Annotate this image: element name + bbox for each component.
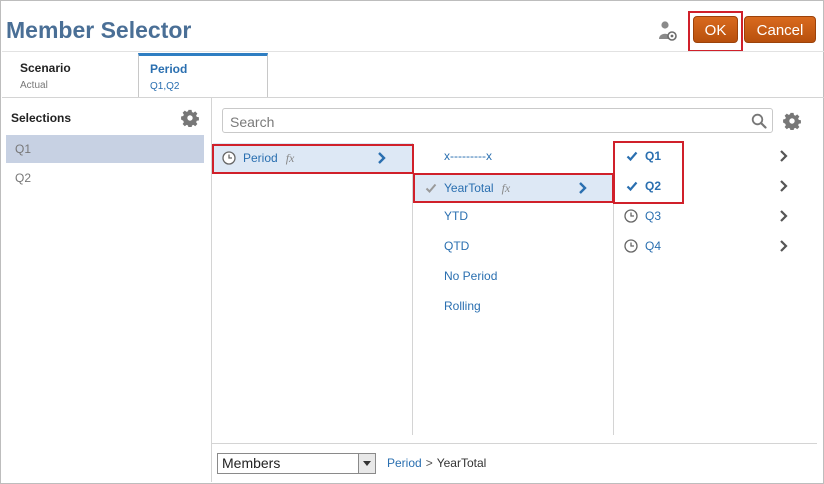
clock-icon xyxy=(624,239,638,253)
clock-icon xyxy=(222,151,236,165)
chevron-right-icon[interactable] xyxy=(578,182,588,194)
user-settings-icon[interactable] xyxy=(657,20,677,42)
tab-period[interactable]: Period Q1,Q2 xyxy=(138,53,268,97)
checkmark-icon xyxy=(626,151,638,162)
tab-scenario[interactable]: Scenario Actual xyxy=(9,53,137,97)
dropdown-arrow-icon[interactable] xyxy=(358,454,375,473)
chevron-right-icon[interactable] xyxy=(779,240,789,252)
member-type-dropdown[interactable]: Members xyxy=(217,453,376,474)
header-divider xyxy=(2,51,824,52)
tab-period-value: Q1,Q2 xyxy=(150,81,180,92)
member-row-period[interactable]: Period fx xyxy=(213,143,412,173)
search-box[interactable] xyxy=(222,108,773,133)
chevron-right-icon[interactable] xyxy=(779,150,789,162)
member-label-period: Period xyxy=(243,151,278,165)
dropdown-value: Members xyxy=(222,455,281,471)
breadcrumb-parent-link[interactable]: Period xyxy=(387,456,422,470)
formula-icon: fx xyxy=(501,181,511,195)
tab-scenario-title: Scenario xyxy=(20,61,71,75)
selections-panel: Selections Q1 Q2 xyxy=(2,98,212,482)
member-label: QTD xyxy=(444,239,470,253)
tab-scenario-value: Actual xyxy=(20,80,48,91)
dialog-title: Member Selector xyxy=(6,17,192,43)
member-row-q1[interactable]: Q1 xyxy=(615,141,815,171)
breadcrumb-separator: > xyxy=(425,456,433,470)
member-label-yeartotal: YearTotal xyxy=(444,181,494,195)
member-label: Rolling xyxy=(444,299,481,313)
member-label-q3: Q3 xyxy=(645,209,662,223)
tab-period-title: Period xyxy=(150,62,188,76)
column-divider xyxy=(412,143,413,435)
member-row-separator[interactable]: x---------x xyxy=(414,141,613,171)
footer-divider xyxy=(212,443,817,444)
member-label: x---------x xyxy=(444,149,492,163)
member-label-q2: Q2 xyxy=(645,179,662,193)
member-row-q2[interactable]: Q2 xyxy=(615,171,815,201)
selections-title: Selections xyxy=(11,111,72,125)
member-row-q4[interactable]: Q4 xyxy=(615,231,815,261)
gear-icon[interactable] xyxy=(181,109,199,127)
chevron-right-icon[interactable] xyxy=(779,210,789,222)
member-row-ytd[interactable]: YTD xyxy=(414,201,613,231)
member-row-qtd[interactable]: QTD xyxy=(414,231,613,261)
member-selector-dialog: Member Selector OK Cancel Scenario Actua… xyxy=(0,0,824,484)
formula-icon: fx xyxy=(285,151,295,165)
member-label: YTD xyxy=(444,209,468,223)
member-row-rolling[interactable]: Rolling xyxy=(414,291,613,321)
selection-item-q1[interactable]: Q1 xyxy=(6,135,204,163)
clock-icon xyxy=(624,209,638,223)
search-icon[interactable] xyxy=(751,113,767,129)
search-input[interactable] xyxy=(228,112,752,131)
chevron-right-icon[interactable] xyxy=(377,152,387,164)
breadcrumb: Period > YearTotal xyxy=(387,456,486,470)
cancel-button[interactable]: Cancel xyxy=(744,16,816,43)
checkmark-icon xyxy=(425,183,437,193)
selection-item-q2[interactable]: Q2 xyxy=(6,164,204,192)
column-divider xyxy=(613,143,614,435)
member-label-q4: Q4 xyxy=(645,239,662,253)
member-label: No Period xyxy=(444,269,498,283)
member-row-yeartotal[interactable]: YearTotal fx xyxy=(414,173,613,203)
breadcrumb-current: YearTotal xyxy=(436,456,487,470)
member-row-q3[interactable]: Q3 xyxy=(615,201,815,231)
checkmark-icon xyxy=(626,181,638,192)
ok-button[interactable]: OK xyxy=(693,16,738,43)
member-label-q1: Q1 xyxy=(645,149,662,163)
member-row-no-period[interactable]: No Period xyxy=(414,261,613,291)
chevron-right-icon[interactable] xyxy=(779,180,789,192)
search-options-gear-icon[interactable] xyxy=(783,112,801,130)
